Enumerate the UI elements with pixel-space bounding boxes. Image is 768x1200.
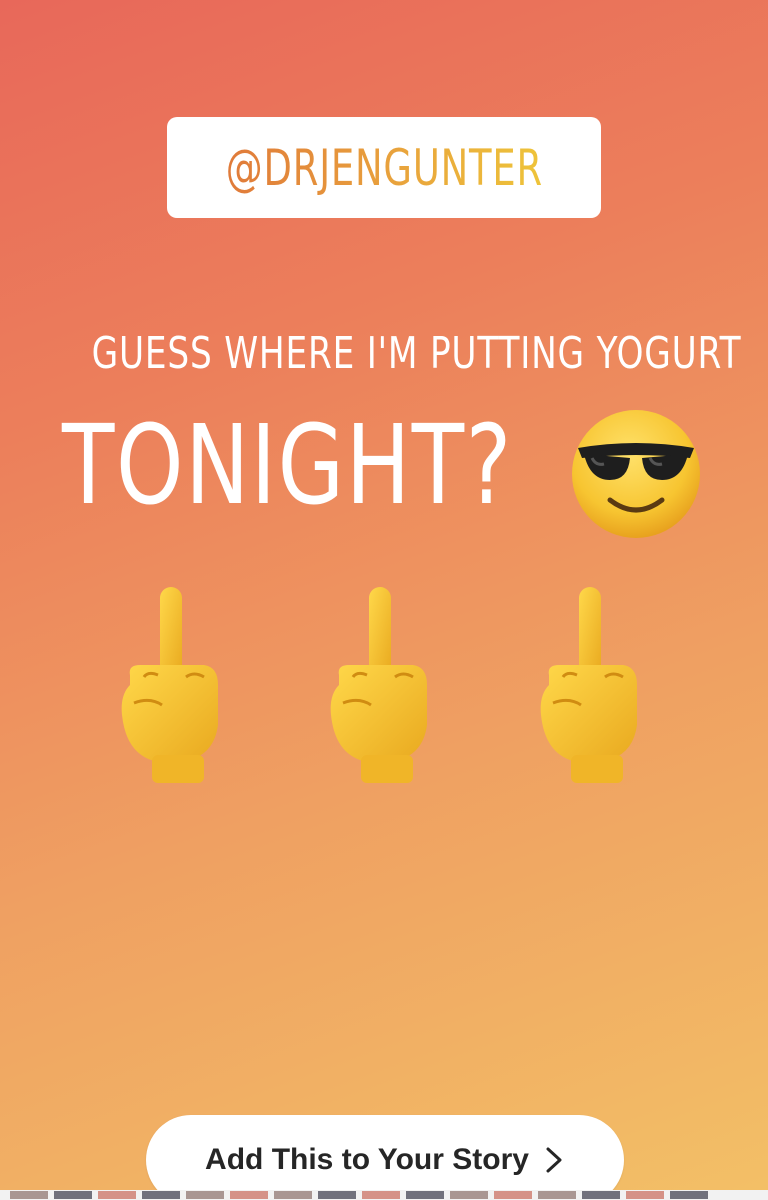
- middle-finger-emoji-icon: [540, 587, 637, 783]
- taskbar-thumbnail[interactable]: [98, 1191, 136, 1199]
- taskbar-thumbnail[interactable]: [318, 1191, 356, 1199]
- taskbar-thumbnail[interactable]: [10, 1191, 48, 1199]
- taskbar-thumbnail[interactable]: [142, 1191, 180, 1199]
- caption-line-2: TONIGHT?: [62, 400, 640, 530]
- caption-line-2-text: TONIGHT?: [62, 401, 513, 529]
- taskbar-thumbnail[interactable]: [450, 1191, 488, 1199]
- taskbar-thumbnail[interactable]: [230, 1191, 268, 1199]
- taskbar-thumbnail[interactable]: [538, 1191, 576, 1199]
- caption-line-1: GUESS WHERE I'M PUTTING YOGURT: [0, 328, 768, 379]
- sunglasses-emoji-icon: [572, 410, 700, 538]
- taskbar-thumbnail[interactable]: [186, 1191, 224, 1199]
- taskbar-thumbnail[interactable]: [406, 1191, 444, 1199]
- add-to-story-button[interactable]: Add This to Your Story: [146, 1115, 624, 1200]
- mention-sticker[interactable]: @DRJENGUNTER: [167, 117, 601, 218]
- middle-finger-emoji-icon: [330, 587, 427, 783]
- taskbar-thumbnail[interactable]: [494, 1191, 532, 1199]
- taskbar-thumbnail[interactable]: [362, 1191, 400, 1199]
- caption-line-1-text: GUESS WHERE I'M PUTTING YOGURT: [91, 328, 742, 379]
- chevron-right-icon: [546, 1147, 562, 1173]
- mention-text: @DRJENGUNTER: [225, 138, 543, 197]
- taskbar-thumbnail[interactable]: [274, 1191, 312, 1199]
- taskbar-thumbnail[interactable]: [582, 1191, 620, 1199]
- taskbar-thumbnail[interactable]: [54, 1191, 92, 1199]
- taskbar-thumbnail[interactable]: [626, 1191, 664, 1199]
- taskbar-thumbnail[interactable]: [670, 1191, 708, 1199]
- middle-finger-emoji-icon: [121, 587, 218, 783]
- desktop-taskbar-strip: [0, 1190, 768, 1200]
- add-to-story-label: Add This to Your Story: [205, 1143, 529, 1176]
